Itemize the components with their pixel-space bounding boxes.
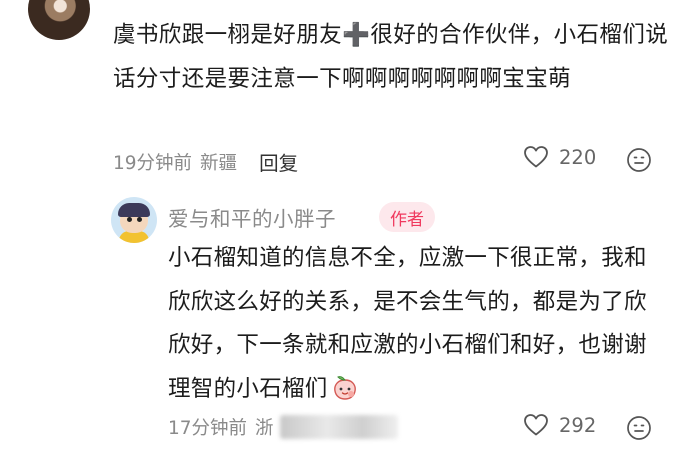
comment-like-count: 220 bbox=[559, 145, 597, 169]
peach-emoji-icon bbox=[333, 375, 356, 400]
comment-like-button[interactable]: 220 bbox=[523, 145, 596, 169]
reply-text-body: 小石榴知道的信息不全，应激一下很正常，我和欣欣这么好的关系，是不会生气的，都是为… bbox=[168, 245, 647, 402]
reply-like-button[interactable]: 292 bbox=[523, 413, 596, 437]
reply-button[interactable]: 回复 bbox=[259, 147, 298, 176]
avatar-eye bbox=[137, 217, 142, 222]
comment-meta: 19分钟前 新疆 回复 bbox=[113, 147, 298, 176]
blurred-overlay bbox=[279, 415, 398, 439]
reply-username[interactable]: 爱与和平的小胖子 bbox=[168, 202, 336, 232]
reply-time: 17分钟前 bbox=[168, 418, 248, 439]
commenter-avatar[interactable] bbox=[28, 0, 90, 40]
heart-outline-icon bbox=[524, 146, 548, 168]
heart-outline-icon bbox=[524, 414, 548, 436]
comment-time: 19分钟前 bbox=[113, 152, 193, 174]
reply-avatar[interactable] bbox=[111, 197, 157, 243]
reply-like-count: 292 bbox=[559, 413, 597, 437]
comment-text: 虞书欣跟一栩是好朋友➕很好的合作伙伴，小石榴们说话分寸还是要注意一下啊啊啊啊啊啊… bbox=[113, 22, 669, 92]
emoji-face-icon[interactable] bbox=[626, 147, 652, 173]
reply-meta: 17分钟前 浙 bbox=[168, 414, 398, 440]
comment-location: 新疆 bbox=[200, 152, 238, 174]
emoji-face-icon[interactable] bbox=[626, 415, 652, 441]
reply-text: 小石榴知道的信息不全，应激一下很正常，我和欣欣这么好的关系，是不会生气的，都是为… bbox=[168, 237, 668, 411]
avatar-hair bbox=[118, 203, 150, 217]
author-badge: 作者 bbox=[379, 202, 435, 232]
avatar-eye bbox=[127, 217, 132, 222]
reply-location: 浙 bbox=[255, 418, 274, 439]
